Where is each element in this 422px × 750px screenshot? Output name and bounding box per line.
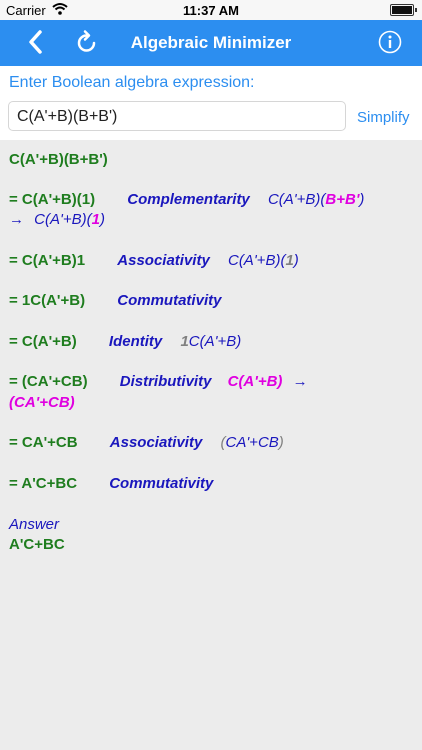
page-title: Algebraic Minimizer bbox=[130, 33, 292, 52]
step-row: = A'C+BC Commutativity bbox=[9, 474, 416, 494]
step-detail: C(A'+B) bbox=[227, 373, 283, 390]
start-expression: C(A'+B)(B+B') bbox=[9, 150, 416, 170]
step-rule: Complementarity bbox=[127, 191, 250, 208]
step-rule: Identity bbox=[108, 333, 163, 350]
step-detail: C(A'+B)(B+B') bbox=[267, 191, 365, 208]
step-expr: = CA'+CB bbox=[9, 434, 78, 451]
battery-icon bbox=[390, 4, 417, 16]
step-expr: = C(A'+B)(1) bbox=[9, 191, 96, 208]
start-expr: C(A'+B)(B+B') bbox=[9, 151, 108, 168]
step-expr: = C(A'+B) bbox=[9, 333, 77, 350]
input-panel: Enter Boolean algebra expression: C(A'+B… bbox=[0, 66, 422, 140]
answer-value-row: A'C+BC bbox=[9, 535, 416, 555]
clock: 11:37 AM bbox=[183, 3, 239, 18]
simplify-button[interactable]: Simplify bbox=[357, 109, 410, 126]
step-detail: C(A'+B)(1) bbox=[227, 252, 299, 269]
input-prompt: Enter Boolean algebra expression: bbox=[9, 74, 255, 91]
step-detail: (CA'+CB) bbox=[9, 394, 75, 411]
info-icon[interactable] bbox=[378, 30, 402, 54]
step-expr: = A'C+BC bbox=[9, 475, 78, 492]
step-arrow: → bbox=[9, 211, 24, 228]
step-row-continued: → C(A'+B)(1) bbox=[9, 210, 416, 230]
step-rule: Commutativity bbox=[109, 475, 214, 492]
step-row: = CA'+CB Associativity (CA'+CB) bbox=[9, 433, 416, 453]
navigation-bar: Algebraic Minimizer bbox=[0, 20, 422, 66]
step-expr: = (CA'+CB) bbox=[9, 373, 88, 390]
step-row: = C(A'+B)(1) Complementarity C(A'+B)(B+B… bbox=[9, 190, 416, 210]
step-detail: 1C(A'+B) bbox=[180, 333, 242, 350]
step-rule: Associativity bbox=[117, 252, 210, 269]
step-row: = C(A'+B) Identity 1C(A'+B) bbox=[9, 332, 416, 352]
step-arrow: → bbox=[292, 373, 308, 390]
answer-value: A'C+BC bbox=[9, 536, 65, 553]
step-detail: C(A'+B)(1) bbox=[34, 211, 105, 228]
step-expr: = C(A'+B)1 bbox=[9, 252, 86, 269]
status-bar: Carrier 11:37 AM bbox=[0, 0, 422, 20]
expression-input[interactable]: C(A'+B)(B+B') bbox=[8, 101, 346, 131]
step-row: = 1C(A'+B) Commutativity bbox=[9, 291, 416, 311]
step-row: = (CA'+CB) Distributivity C(A'+B) → bbox=[9, 372, 416, 392]
answer-label: Answer bbox=[9, 516, 60, 533]
step-row-continued: (CA'+CB) bbox=[9, 393, 416, 413]
step-rule: Associativity bbox=[109, 434, 203, 451]
step-detail: (CA'+CB) bbox=[220, 434, 284, 451]
answer-row: Answer bbox=[9, 515, 416, 535]
step-expr: = 1C(A'+B) bbox=[9, 292, 86, 309]
step-rule: Commutativity bbox=[117, 292, 222, 309]
step-row: = C(A'+B)1 Associativity C(A'+B)(1) bbox=[9, 251, 416, 271]
step-rule: Distributivity bbox=[119, 373, 212, 390]
